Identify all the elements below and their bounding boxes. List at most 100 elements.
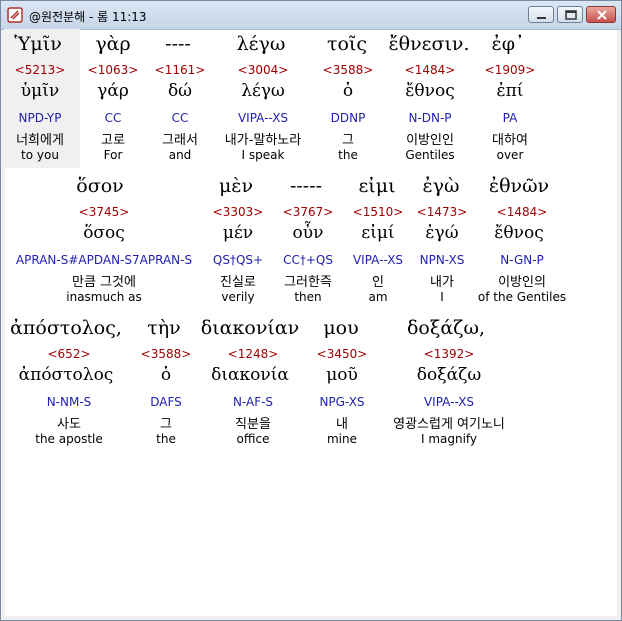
lemma: ἔθνος [405, 81, 455, 101]
korean-gloss: 고로 [101, 133, 125, 148]
english-gloss: For [103, 148, 123, 162]
korean-gloss: 그 [160, 417, 172, 432]
strong-number: <1484> [496, 205, 548, 219]
lemma: γάρ [97, 81, 129, 101]
title-bar[interactable]: @원전분해 - 롬 11:13 [1, 1, 621, 30]
english-gloss: mine [326, 432, 358, 446]
lemma: ὁ [342, 81, 354, 101]
strong-number: <652> [47, 347, 91, 361]
greek-word: ἐγὼ [422, 175, 460, 197]
maximize-button[interactable] [557, 6, 583, 23]
korean-gloss: 직분을 [235, 417, 271, 432]
korean-gloss: 내가 [430, 275, 454, 290]
strong-number: <3303> [212, 205, 264, 219]
greek-word: ----- [289, 175, 323, 197]
app-window: @원전분해 - 롬 11:13 [0, 0, 622, 621]
greek-word: ---- [165, 33, 191, 55]
korean-gloss: 대하여 [492, 133, 528, 148]
greek-word: δοξάζω, [406, 317, 486, 339]
korean-gloss: 이방인의 [498, 275, 546, 290]
lemma: ὅσος [83, 223, 125, 243]
lemma: μοῦ [326, 365, 358, 385]
parsing-code: NPN-XS [419, 253, 465, 267]
english-gloss: office [236, 432, 270, 446]
lemma: μέν [222, 223, 254, 243]
window-title: @원전분해 - 롬 11:13 [29, 10, 147, 24]
lemma: ἐπί [496, 81, 524, 101]
strong-number: <3450> [316, 347, 368, 361]
strong-number: <1392> [423, 347, 475, 361]
english-gloss: the [156, 432, 176, 446]
greek-word: τοῖς [326, 33, 368, 55]
greek-word: μου [323, 317, 359, 339]
lemma: εἰμί [361, 223, 395, 243]
english-gloss: to you [21, 148, 59, 162]
lemma: ἀπόστολος [18, 365, 114, 385]
english-gloss: I magnify [420, 432, 478, 446]
greek-word: γὰρ [95, 33, 131, 55]
app-icon [7, 7, 23, 23]
greek-word: ἀπόστολος, [10, 317, 122, 339]
parsing-code: N-DN-P [408, 111, 452, 125]
korean-gloss: 내 [336, 417, 348, 432]
greek-word: διακονίαν [200, 317, 300, 339]
english-gloss: the [338, 148, 358, 162]
close-icon [597, 10, 607, 20]
lemma: οὖν [292, 223, 324, 243]
lemma: ὁ [160, 365, 172, 385]
parsing-code: VIPA--XS [423, 395, 475, 409]
strong-number: <3588> [322, 63, 374, 77]
english-gloss: I [440, 290, 444, 304]
strong-number: <3767> [282, 205, 334, 219]
close-button[interactable] [586, 6, 616, 23]
strong-number: <1248> [227, 347, 279, 361]
english-gloss: of the Gentiles [477, 290, 567, 304]
english-gloss: inasmuch as [66, 290, 142, 304]
english-gloss: am [368, 290, 388, 304]
maximize-icon [565, 10, 577, 20]
english-gloss: and [168, 148, 192, 162]
strong-number: <1473> [416, 205, 468, 219]
strong-number: <1510> [352, 205, 404, 219]
lemma: ὑμῖν [20, 81, 60, 101]
lemma: ἔθνος [494, 223, 544, 243]
greek-word: ἐφ᾽ [491, 33, 525, 55]
greek-word: ἐθνῶν [488, 175, 550, 197]
korean-gloss: 만큼 그것에 [72, 275, 136, 290]
strong-number: <1909> [484, 63, 536, 77]
parsing-code: PA [502, 111, 518, 125]
english-gloss: the apostle [35, 432, 103, 446]
korean-gloss: 내가-말하노라 [224, 133, 302, 148]
parsing-code: N-AF-S [232, 395, 274, 409]
parsing-code: VIPA--XS [237, 111, 289, 125]
greek-word: ἔθνεσιν. [388, 33, 470, 55]
parsing-code: CC†+QS [283, 253, 333, 267]
greek-word: Ὑμῖν [14, 33, 62, 55]
lemma: λέγω [241, 81, 285, 101]
korean-gloss: 그래서 [162, 133, 198, 148]
parsing-code: NPD-YP [18, 111, 62, 125]
strong-number: <1484> [404, 63, 456, 77]
english-gloss: I speak [241, 148, 285, 162]
minimize-icon [537, 17, 546, 19]
strong-number: <1063> [87, 63, 139, 77]
greek-word: μὲν [218, 175, 254, 197]
korean-gloss: 영광스럽게 여기노니 [393, 417, 505, 432]
parsing-code: VIPA--XS [352, 253, 404, 267]
parsing-code: APRAN-S#APDAN-S7APRAN-S [15, 253, 193, 267]
english-gloss: over [496, 148, 524, 162]
parsing-code: CC [171, 111, 189, 125]
strong-number: <1161> [154, 63, 206, 77]
parsing-code: NPG-XS [319, 395, 365, 409]
english-gloss: Gentiles [405, 148, 455, 162]
parsing-code: CC [104, 111, 122, 125]
minimize-button[interactable] [528, 6, 554, 23]
parsing-code: DDNP [330, 111, 366, 125]
greek-word: εἰμι [358, 175, 396, 197]
korean-gloss: 너희에게 [16, 133, 64, 148]
lemma: ἐγώ [425, 223, 459, 243]
parsing-code: N-GN-P [500, 253, 544, 267]
parsing-code: N-NM-S [46, 395, 92, 409]
english-gloss: verily [221, 290, 255, 304]
lemma: διακονία [211, 365, 289, 385]
